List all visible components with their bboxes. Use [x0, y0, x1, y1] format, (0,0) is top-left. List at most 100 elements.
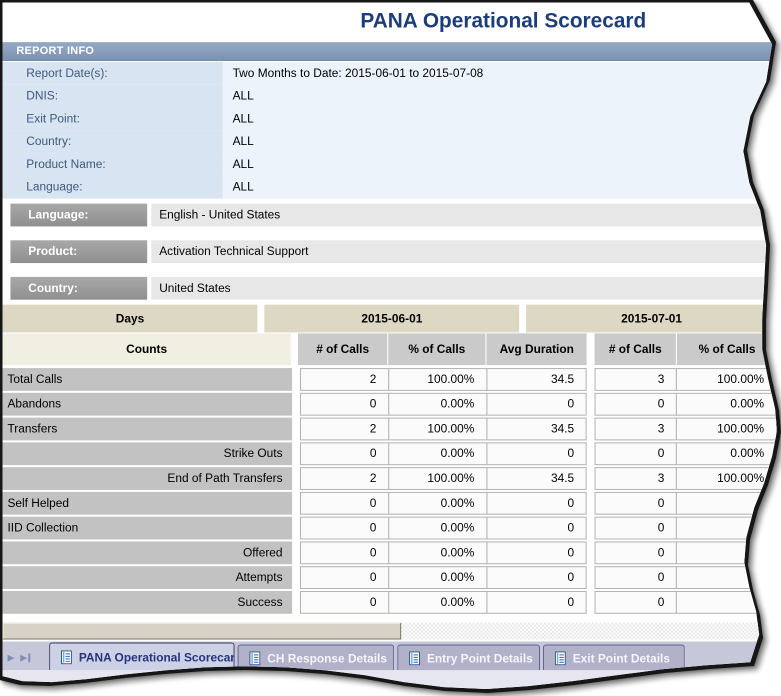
- info-value: ALL: [223, 153, 777, 176]
- cell: 0: [595, 492, 677, 515]
- table-row: Transfers 2 100.00% 34.5 3 100.00%: [3, 418, 778, 441]
- filter-value: English - United States: [151, 204, 777, 227]
- info-value: ALL: [223, 130, 777, 153]
- cell: 0.00%: [388, 517, 487, 540]
- tab-scroll-next-icon[interactable]: ▶: [7, 653, 14, 662]
- tab-label: Exit Point Details: [573, 651, 670, 665]
- tab-bar: ▶ ▶ PANA Operational Scorecard CH Respon…: [3, 642, 778, 671]
- cell: 0: [486, 541, 587, 564]
- tab-label: PANA Operational Scorecard: [79, 650, 235, 664]
- cell: 100.00%: [676, 418, 777, 441]
- cell: [676, 541, 777, 564]
- row-label: Total Calls: [3, 368, 293, 391]
- tab-scroll-last-icon[interactable]: ▶: [20, 653, 30, 662]
- filter-bar: Language: English - United States: [3, 204, 778, 227]
- cell: 0: [595, 566, 677, 589]
- cell: 0: [300, 492, 389, 515]
- cell: 34.5: [486, 368, 587, 391]
- filter-value: United States: [151, 277, 777, 300]
- table-row: Total Calls 2 100.00% 34.5 3 100.00%: [3, 368, 778, 391]
- cell: 0: [486, 591, 587, 614]
- cell: 3: [595, 467, 677, 490]
- cell: 0.00%: [388, 393, 487, 416]
- page-title: PANA Operational Scorecard: [360, 4, 646, 38]
- report-info-grid: Report Date(s): Two Months to Date: 2015…: [3, 62, 778, 199]
- column-header: % of Calls: [388, 333, 486, 365]
- info-label: Product Name:: [3, 153, 223, 176]
- report-info-header: REPORT INFO: [3, 42, 778, 61]
- cell: [676, 517, 777, 540]
- scorecard-table: Days 2015-06-01 2015-07-01 Counts # of C…: [3, 305, 778, 616]
- report-info-row: Exit Point: ALL: [3, 108, 778, 131]
- column-header: # of Calls: [594, 333, 676, 365]
- column-header: # of Calls: [298, 333, 386, 365]
- row-label: Success: [3, 591, 293, 614]
- row-label: Abandons: [3, 393, 293, 416]
- column-header: % of Calls: [677, 333, 777, 365]
- info-value: ALL: [223, 85, 777, 108]
- info-label: Report Date(s):: [3, 62, 223, 85]
- cell: 3: [595, 418, 677, 441]
- tab-ch-response-details[interactable]: CH Response Details: [238, 644, 395, 670]
- cell: 0: [486, 442, 587, 465]
- report-doc-icon: [555, 651, 566, 665]
- cell: 34.5: [486, 418, 587, 441]
- cell: 0: [486, 517, 587, 540]
- filter-bar: Country: United States: [3, 277, 778, 300]
- days-header: Days: [3, 305, 258, 333]
- cell: 0: [300, 541, 389, 564]
- row-label: Self Helped: [3, 492, 293, 515]
- report-doc-icon: [249, 651, 260, 665]
- cell: 0: [595, 517, 677, 540]
- row-label: Strike Outs: [3, 442, 293, 465]
- title-row: PANA Operational Scorecard: [3, 4, 778, 38]
- cell: 0: [300, 566, 389, 589]
- report-info-row: DNIS: ALL: [3, 85, 778, 108]
- cell: 0.00%: [388, 492, 487, 515]
- cell: 0: [595, 591, 677, 614]
- counts-header: Counts: [3, 333, 291, 365]
- cell: 100.00%: [388, 418, 487, 441]
- cell: 100.00%: [676, 368, 777, 391]
- tab-label: CH Response Details: [267, 651, 387, 665]
- row-label: Attempts: [3, 566, 293, 589]
- cell: 0.00%: [388, 566, 487, 589]
- filter-bar: Product: Activation Technical Support: [3, 240, 778, 263]
- report-info-row: Report Date(s): Two Months to Date: 2015…: [3, 62, 778, 85]
- info-value: ALL: [223, 108, 777, 131]
- table-row: Success 0 0.00% 0 0: [3, 591, 778, 614]
- info-value: Two Months to Date: 2015-06-01 to 2015-0…: [223, 62, 777, 85]
- report-info-row: Country: ALL: [3, 130, 778, 153]
- date-group-header: 2015-07-01: [526, 305, 777, 333]
- table-row: IID Collection 0 0.00% 0 0: [3, 517, 778, 540]
- cell: 0: [486, 566, 587, 589]
- cell: [676, 591, 777, 614]
- report-doc-icon: [61, 650, 72, 664]
- table-header-columns: Counts # of Calls % of Calls Avg Duratio…: [3, 333, 778, 365]
- report-doc-icon: [409, 651, 420, 665]
- table-row: Abandons 0 0.00% 0 0 0.00%: [3, 393, 778, 416]
- scrollbar-thumb[interactable]: [3, 623, 402, 640]
- cell: 0.00%: [388, 541, 487, 564]
- info-label: Country:: [3, 130, 223, 153]
- info-label: DNIS:: [3, 85, 223, 108]
- date-group-header: 2015-06-01: [264, 305, 519, 333]
- tab-exit-point-details[interactable]: Exit Point Details: [543, 644, 685, 670]
- cell: 0.00%: [388, 442, 487, 465]
- table-row: Attempts 0 0.00% 0 0: [3, 566, 778, 589]
- tab-entry-point-details[interactable]: Entry Point Details: [397, 644, 540, 670]
- info-label: Exit Point:: [3, 108, 223, 131]
- info-label: Language:: [3, 176, 223, 199]
- row-label: End of Path Transfers: [3, 467, 293, 490]
- cell: 0: [595, 442, 677, 465]
- cell: 0: [595, 393, 677, 416]
- cell: 0: [486, 492, 587, 515]
- cell: 100.00%: [676, 467, 777, 490]
- cell: 2: [300, 467, 389, 490]
- horizontal-scrollbar[interactable]: [3, 623, 778, 640]
- filter-value: Activation Technical Support: [151, 240, 777, 263]
- tab-pana-operational-scorecard[interactable]: PANA Operational Scorecard: [49, 642, 234, 670]
- table-row: Self Helped 0 0.00% 0 0: [3, 492, 778, 515]
- cell: 0.00%: [676, 442, 777, 465]
- cell: 0: [595, 541, 677, 564]
